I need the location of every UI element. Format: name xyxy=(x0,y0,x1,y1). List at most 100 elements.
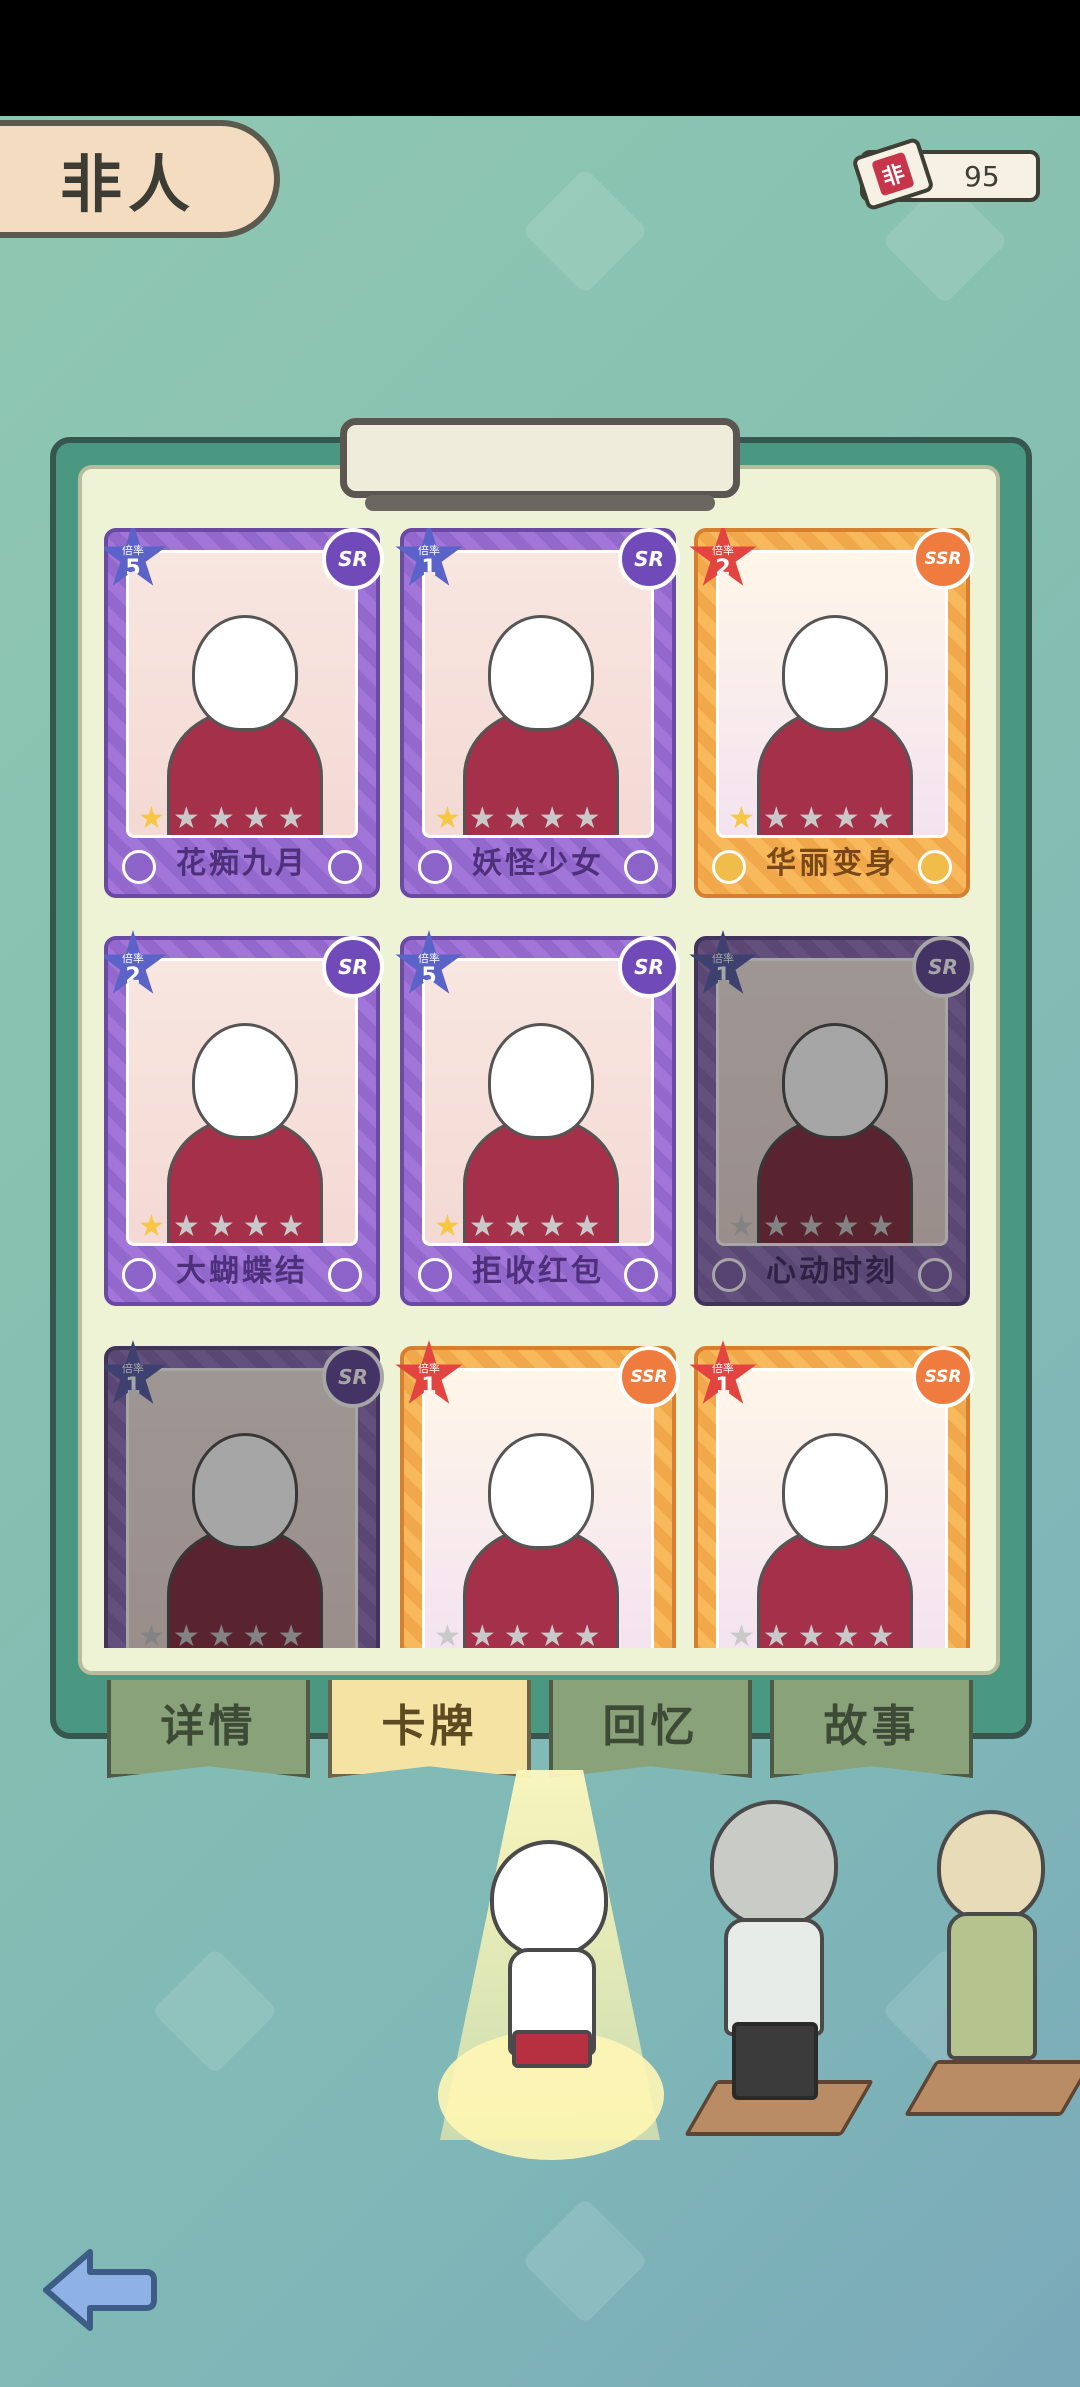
star-icon: ★ xyxy=(138,1209,165,1244)
bg-pattern xyxy=(151,1947,279,2075)
character-girl[interactable] xyxy=(470,1840,630,2110)
character-body xyxy=(724,1918,824,2036)
card-item[interactable]: 倍率 5 SR ★ ★ ★ ★ ★ 拒收红包 xyxy=(395,930,680,1306)
star-icon: ★ xyxy=(538,1619,566,1649)
back-arrow-icon[interactable] xyxy=(38,2240,158,2340)
card-star-rating: ★ ★ ★ ★ ★ xyxy=(138,1212,305,1242)
star-icon: ★ xyxy=(207,1209,235,1244)
card-art-figure-head xyxy=(192,1023,298,1140)
tab-details[interactable]: 详情 xyxy=(107,1680,310,1778)
card-item[interactable]: 倍率 1 SR ★ ★ ★ ★ ★ 妖怪少女 xyxy=(395,528,680,898)
star-icon: ★ xyxy=(242,801,270,836)
star-icon: ★ xyxy=(728,801,755,836)
star-icon: ★ xyxy=(762,1209,790,1244)
card-art-figure-head xyxy=(488,615,594,732)
star-icon: ★ xyxy=(797,1619,825,1649)
card-art xyxy=(716,550,948,838)
character-bunny-girl[interactable] xyxy=(925,1800,1055,2080)
star-icon: ★ xyxy=(867,1209,895,1244)
card-art-figure-head xyxy=(488,1023,594,1140)
card-star-rating: ★ ★ ★ ★ ★ xyxy=(728,1619,895,1649)
section-title-tab: 非人 xyxy=(0,120,280,238)
card-corner-icon xyxy=(712,850,746,884)
character-dragon-man[interactable] xyxy=(700,1800,840,2100)
star-icon: ★ xyxy=(538,1209,566,1244)
star-icon: ★ xyxy=(172,1209,200,1244)
card-item[interactable]: 倍率 1 SR ★ ★ ★ ★ ★ 心动时刻 xyxy=(689,930,974,1306)
star-icon: ★ xyxy=(538,801,566,836)
card-art xyxy=(126,550,358,838)
star-icon: ★ xyxy=(434,801,461,836)
star-icon: ★ xyxy=(277,1619,305,1649)
card-corner-icon xyxy=(918,1258,952,1292)
rarity-badge: SR xyxy=(912,936,974,998)
card-item[interactable]: 倍率 2 SR ★ ★ ★ ★ ★ 大蝴蝶结 xyxy=(104,930,384,1306)
rarity-badge: SSR xyxy=(912,1346,974,1408)
star-icon: ★ xyxy=(242,1619,270,1649)
card-corner-icon xyxy=(418,850,452,884)
card-art-figure-head xyxy=(782,1433,888,1550)
card-corner-icon xyxy=(122,850,156,884)
star-icon: ★ xyxy=(468,801,496,836)
star-icon: ★ xyxy=(434,1619,461,1649)
card-art xyxy=(126,1368,358,1648)
star-icon: ★ xyxy=(762,801,790,836)
card-star-rating: ★ ★ ★ ★ ★ xyxy=(728,804,895,834)
page-title: 非人 xyxy=(60,148,197,221)
card-item[interactable]: 倍率 2 SSR ★ ★ ★ ★ ★ 华丽变身 xyxy=(689,528,974,898)
rarity-badge: SR xyxy=(618,936,680,998)
card-corner-icon xyxy=(418,1258,452,1292)
star-icon: ★ xyxy=(762,1619,790,1649)
star-icon: ★ xyxy=(867,1619,895,1649)
card-art xyxy=(716,1368,948,1648)
card-corner-icon xyxy=(624,1258,658,1292)
character-body xyxy=(947,1912,1037,2060)
rarity-badge: SR xyxy=(322,528,384,590)
card-grid[interactable]: 倍率 5 SR ★ ★ ★ ★ ★ 花痴九月 倍率 1 SR ★ ★ ★ ★ ★ 妖怪少女 倍率 2 SSR ★ ★ ★ ★ ★ 华… xyxy=(104,528,974,1648)
character-head xyxy=(490,1840,608,1958)
ticket-counter: 非 95 xyxy=(851,136,1040,212)
character-head xyxy=(710,1800,838,1928)
star-icon: ★ xyxy=(172,1619,200,1649)
ticket-count: 95 xyxy=(964,160,1000,193)
card-corner-icon xyxy=(328,850,362,884)
star-icon: ★ xyxy=(573,1619,601,1649)
star-icon: ★ xyxy=(138,1619,165,1649)
card-art xyxy=(126,958,358,1246)
character-legs xyxy=(732,2022,818,2100)
star-icon: ★ xyxy=(832,801,860,836)
tab-cards[interactable]: 卡牌 xyxy=(328,1680,531,1778)
card-corner-icon xyxy=(328,1258,362,1292)
star-icon: ★ xyxy=(207,801,235,836)
star-icon: ★ xyxy=(242,1209,270,1244)
card-art xyxy=(422,550,654,838)
tab-memories[interactable]: 回忆 xyxy=(549,1680,752,1778)
bg-pattern xyxy=(521,2197,649,2325)
card-star-rating: ★ ★ ★ ★ ★ xyxy=(434,1212,601,1242)
card-art-figure-head xyxy=(192,1433,298,1550)
star-icon: ★ xyxy=(867,801,895,836)
card-item[interactable]: 倍率 1 SR ★ ★ ★ ★ ★ xyxy=(104,1340,384,1649)
star-icon: ★ xyxy=(138,801,165,836)
star-icon: ★ xyxy=(468,1209,496,1244)
star-icon: ★ xyxy=(172,801,200,836)
rarity-badge: SSR xyxy=(912,528,974,590)
star-icon: ★ xyxy=(832,1619,860,1649)
star-icon: ★ xyxy=(503,801,531,836)
card-item[interactable]: 倍率 1 SSR ★ ★ ★ ★ ★ xyxy=(395,1340,680,1649)
star-icon: ★ xyxy=(797,801,825,836)
card-corner-icon xyxy=(712,1258,746,1292)
card-star-rating: ★ ★ ★ ★ ★ xyxy=(138,804,305,834)
rarity-badge: SR xyxy=(322,1346,384,1408)
card-art-figure-head xyxy=(782,1023,888,1140)
card-corner-icon xyxy=(918,850,952,884)
card-item[interactable]: 倍率 1 SSR ★ ★ ★ ★ ★ xyxy=(689,1340,974,1649)
bg-pattern xyxy=(521,167,649,295)
card-item[interactable]: 倍率 5 SR ★ ★ ★ ★ ★ 花痴九月 xyxy=(104,528,384,898)
star-icon: ★ xyxy=(832,1209,860,1244)
star-icon: ★ xyxy=(277,801,305,836)
tab-story[interactable]: 故事 xyxy=(770,1680,973,1778)
character-head xyxy=(937,1810,1045,1923)
rarity-badge: SR xyxy=(322,936,384,998)
star-icon: ★ xyxy=(207,1619,235,1649)
